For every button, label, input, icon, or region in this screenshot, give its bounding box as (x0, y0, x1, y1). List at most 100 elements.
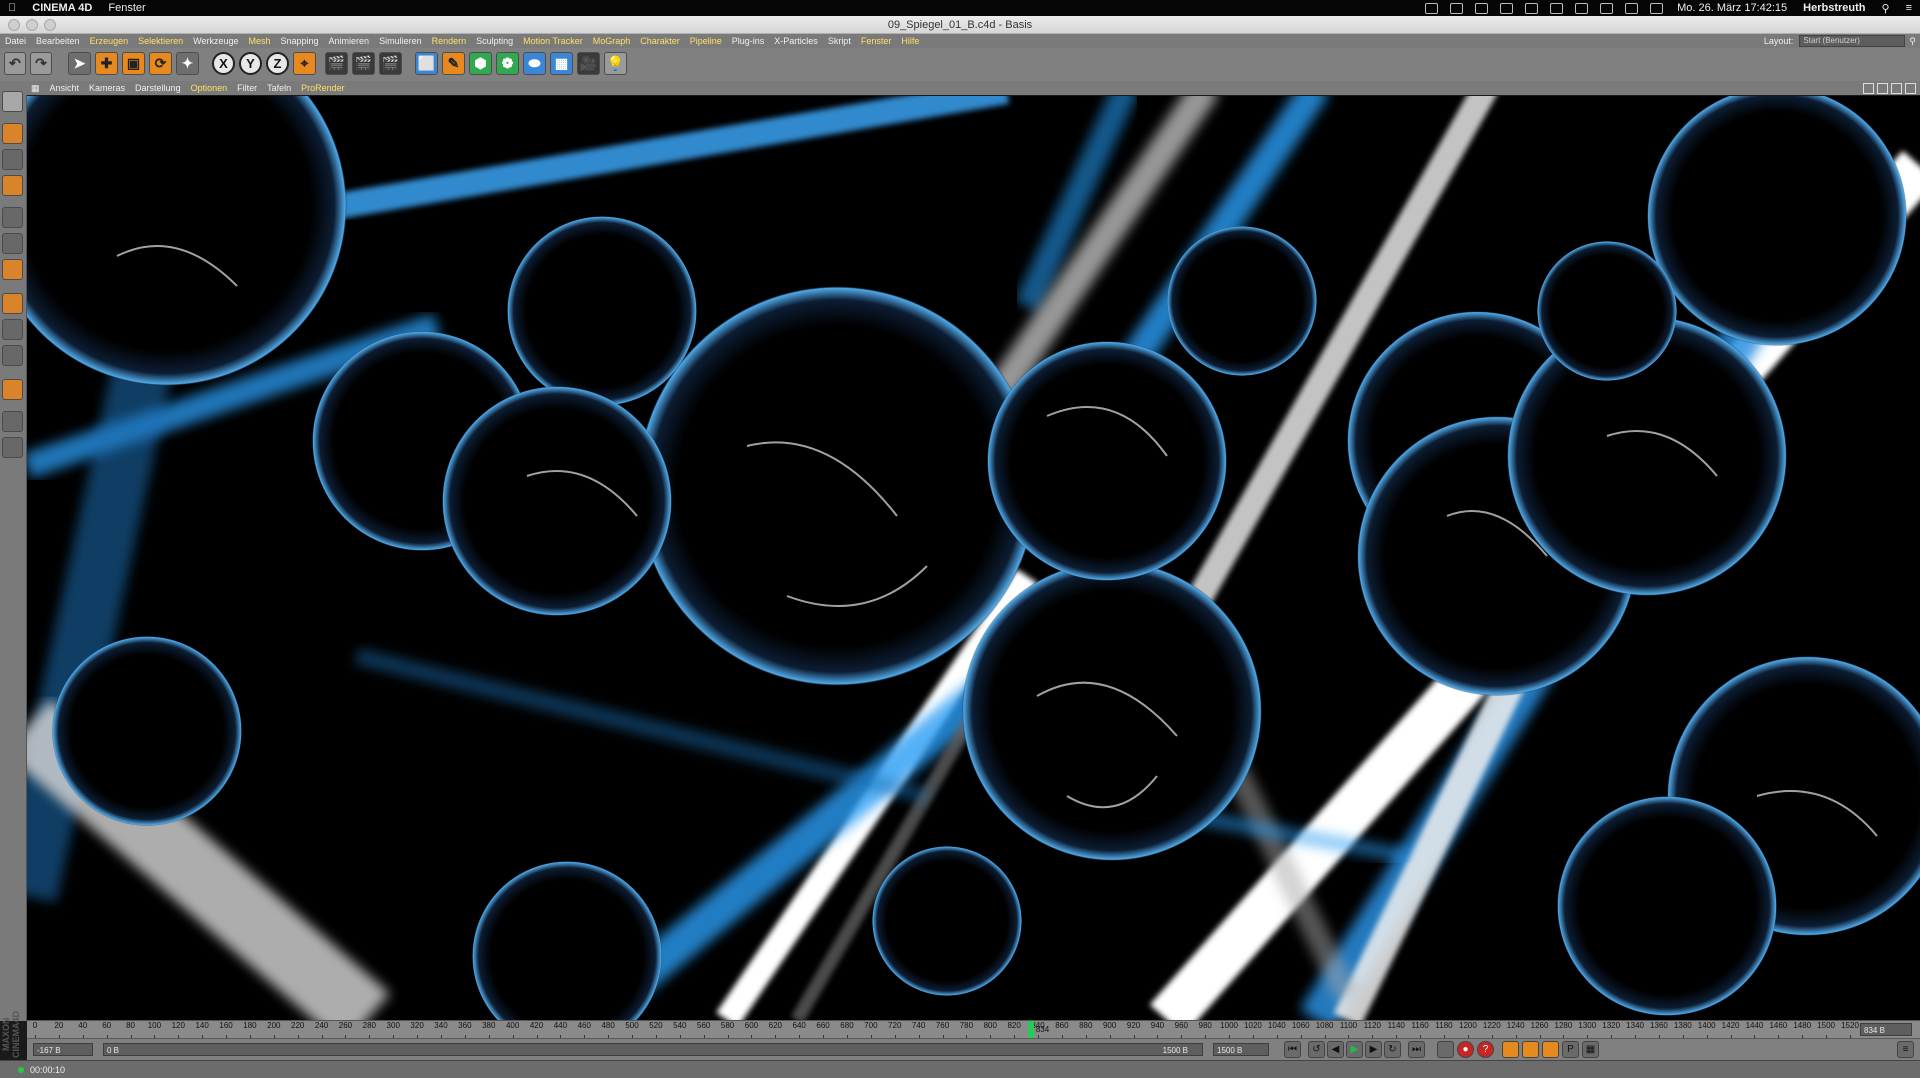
menu-simulieren[interactable]: Simulieren (374, 36, 427, 46)
window-zoom-button[interactable] (44, 19, 56, 31)
mac-app-name[interactable]: CINEMA 4D (24, 2, 100, 14)
orbit-icon[interactable] (1891, 82, 1902, 94)
key-parameter-icon[interactable]: P (1562, 1041, 1579, 1058)
apple-icon[interactable]:  (0, 2, 24, 14)
zoom-icon[interactable] (1877, 82, 1888, 94)
floor-scene-icon[interactable]: ▦ (550, 52, 573, 75)
pan-icon[interactable] (1863, 82, 1874, 94)
go-to-end-icon[interactable]: ⏭ (1408, 1041, 1425, 1058)
model-mode-icon[interactable] (2, 123, 23, 144)
points-mode-icon[interactable] (2, 207, 23, 228)
previous-frame-icon[interactable]: ◀ (1327, 1041, 1344, 1058)
status-icon[interactable] (1425, 2, 1439, 14)
time-machine-icon[interactable] (1575, 2, 1589, 14)
autokeying-icon[interactable]: ? (1477, 1041, 1494, 1058)
cube-object-icon[interactable]: ⬜ (415, 52, 438, 75)
key-rotation-icon[interactable] (1542, 1041, 1559, 1058)
menu-mograph[interactable]: MoGraph (588, 36, 636, 46)
bluetooth-icon[interactable] (1600, 2, 1614, 14)
spotlight-icon[interactable]: ⚲ (1874, 2, 1898, 15)
menu-bearbeiten[interactable]: Bearbeiten (31, 36, 85, 46)
pen-spline-icon[interactable]: ✎ (442, 52, 465, 75)
polygons-mode-icon[interactable] (2, 259, 23, 280)
edges-mode-icon[interactable] (2, 233, 23, 254)
viewport-menu-optionen[interactable]: Optionen (186, 83, 233, 93)
status-icon[interactable] (1550, 2, 1564, 14)
deformer-icon[interactable]: ⬬ (523, 52, 546, 75)
coordinate-system-icon[interactable]: ⌖ (293, 52, 316, 75)
timeline-ruler[interactable]: 0 20 40 60 80 100 120 140 160 180 200 220 240 260 280 3… (27, 1020, 1920, 1039)
scale-tool-icon[interactable]: ▣ (122, 52, 145, 75)
viewport-menu-filter[interactable]: Filter (232, 83, 262, 93)
status-icon[interactable] (1450, 2, 1464, 14)
3d-viewport[interactable] (27, 96, 1920, 1020)
next-frame-icon[interactable]: ▶ (1365, 1041, 1382, 1058)
status-icon[interactable] (1525, 2, 1539, 14)
select-cursor-icon[interactable]: ➤ (68, 52, 91, 75)
make-editable-icon[interactable] (2, 91, 23, 112)
redo-icon[interactable]: ↷ (30, 52, 52, 75)
key-position-icon[interactable] (1502, 1041, 1519, 1058)
volume-icon[interactable] (1650, 2, 1664, 14)
viewport-menu-kameras[interactable]: Kameras (84, 83, 130, 93)
mac-menu-fenster[interactable]: Fenster (100, 2, 153, 14)
search-icon[interactable]: ⚲ (1909, 36, 1916, 47)
move-tool-icon[interactable]: ✚ (95, 52, 118, 75)
record-keyframes-icon[interactable]: ● (1457, 1041, 1474, 1058)
render-view-icon[interactable]: 🎬 (325, 52, 348, 75)
light-icon[interactable]: 💡 (604, 52, 627, 75)
previous-keyframe-icon[interactable]: ↺ (1308, 1041, 1325, 1058)
menu-plug-ins[interactable]: Plug-ins (727, 36, 770, 46)
menu-hilfe[interactable]: Hilfe (896, 36, 924, 46)
timeline-playhead[interactable] (1027, 1021, 1034, 1039)
viewport-menu-darstellung[interactable]: Darstellung (130, 83, 186, 93)
camera-icon[interactable]: 🎥 (577, 52, 600, 75)
end-frame-field[interactable]: 1500 B (1213, 1043, 1269, 1056)
render-settings-icon[interactable]: 🎬 (379, 52, 402, 75)
menu-x-particles[interactable]: X-Particles (769, 36, 823, 46)
viewport-panel-icon[interactable]: ▦ (26, 83, 45, 94)
wifi-icon[interactable] (1625, 2, 1639, 14)
toggle-view-icon[interactable] (1905, 82, 1916, 94)
menu-skript[interactable]: Skript (823, 36, 856, 46)
rotate-tool-icon[interactable]: ⟳ (149, 52, 172, 75)
timeline-menu-icon[interactable]: ≡ (1897, 1041, 1914, 1058)
window-close-button[interactable] (8, 19, 20, 31)
menu-datei[interactable]: Datei (0, 36, 31, 46)
menu-fenster[interactable]: Fenster (856, 36, 897, 46)
window-minimize-button[interactable] (26, 19, 38, 31)
menu-werkzeuge[interactable]: Werkzeuge (188, 36, 243, 46)
key-scale-icon[interactable] (1522, 1041, 1539, 1058)
dropbox-icon[interactable] (1500, 2, 1514, 14)
motion-record-icon[interactable] (1437, 1041, 1454, 1058)
viewport-menu-ansicht[interactable]: Ansicht (45, 83, 85, 93)
mac-clock[interactable]: Mo. 26. März 17:42:15 (1669, 2, 1795, 14)
preview-range-slider[interactable]: 0 B 1500 B (103, 1043, 1203, 1056)
recent-tools-icon[interactable]: ✦ (176, 52, 199, 75)
menu-sculpting[interactable]: Sculpting (471, 36, 518, 46)
mac-user-name[interactable]: Herbstreuth (1795, 2, 1873, 14)
menu-charakter[interactable]: Charakter (635, 36, 685, 46)
axis-mode-icon[interactable] (2, 293, 23, 314)
planar-workplane-icon[interactable] (2, 437, 23, 458)
key-pla-icon[interactable]: ▦ (1582, 1041, 1599, 1058)
layout-dropdown[interactable]: Start (Benutzer) (1799, 35, 1906, 47)
menu-pipeline[interactable]: Pipeline (685, 36, 727, 46)
subdivision-surface-icon[interactable]: ⬢ (469, 52, 492, 75)
menu-mesh[interactable]: Mesh (243, 36, 275, 46)
x-axis-lock-icon[interactable]: X (212, 52, 235, 75)
status-icon[interactable] (1475, 2, 1489, 14)
notification-center-icon[interactable]: ≡ (1898, 2, 1920, 14)
render-picture-viewer-icon[interactable]: 🎬 (352, 52, 375, 75)
start-frame-field[interactable]: -167 B (33, 1043, 93, 1056)
undo-icon[interactable]: ↶ (4, 52, 26, 75)
y-axis-lock-icon[interactable]: Y (239, 52, 262, 75)
viewport-menu-prorender[interactable]: ProRender (296, 83, 350, 93)
next-keyframe-icon[interactable]: ↻ (1384, 1041, 1401, 1058)
z-axis-lock-icon[interactable]: Z (266, 52, 289, 75)
play-icon[interactable]: ▶ (1346, 1041, 1363, 1058)
tweak-mode-icon[interactable] (2, 319, 23, 340)
menu-erzeugen[interactable]: Erzeugen (85, 36, 134, 46)
solo-mode-icon[interactable] (2, 345, 23, 366)
workplane-mode-icon[interactable] (2, 175, 23, 196)
